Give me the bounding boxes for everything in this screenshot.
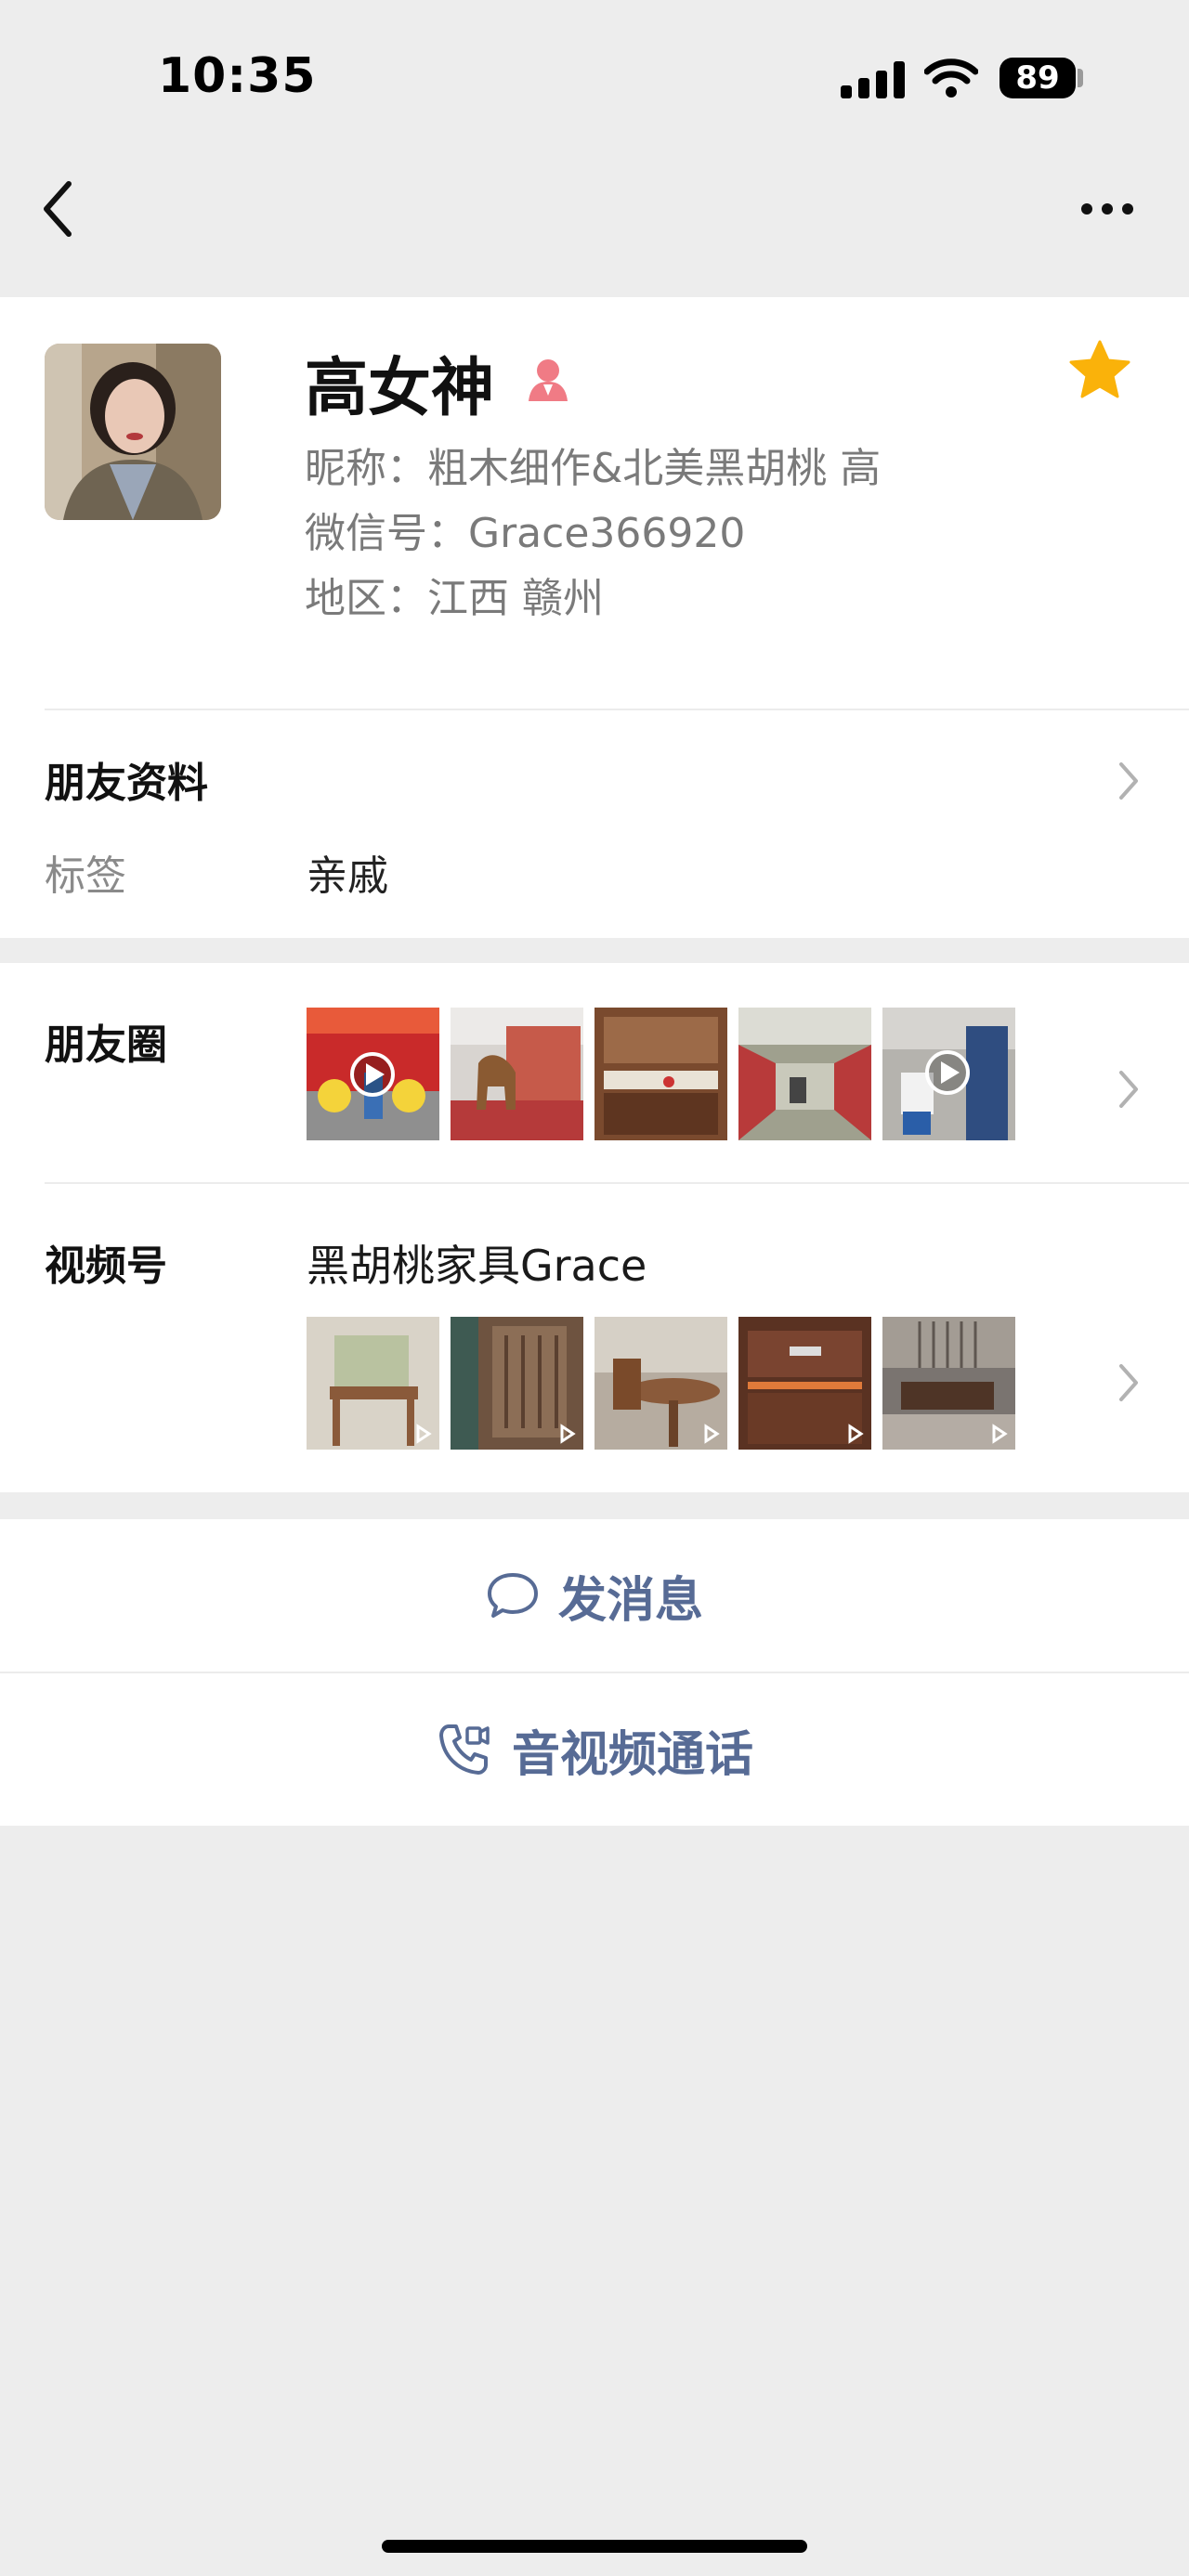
- region-line: 地区：江西 赣州: [305, 575, 604, 622]
- moment-thumbnail-child-walking[interactable]: [882, 1008, 1015, 1140]
- display-name: 高女神: [305, 352, 495, 425]
- battery-indicator: 89: [1000, 58, 1076, 98]
- nickname-line: 昵称：粗木细作&北美黑胡桃 高: [305, 445, 882, 492]
- channel-thumbnail-dining-table[interactable]: [594, 1317, 727, 1450]
- tag-value: 亲戚: [307, 852, 388, 900]
- media-section: 朋友圈 视频号 黑胡桃家具Grace: [0, 963, 1189, 1492]
- cellular-signal-icon: [841, 61, 905, 98]
- profile-card: 高女神 昵称：粗木细作&北美黑胡桃 高 微信号：Grace366920 地区：江…: [0, 297, 1189, 710]
- channel-thumbnail-sideboard[interactable]: [738, 1317, 871, 1450]
- chevron-right-icon: [1119, 762, 1138, 800]
- send-message-button[interactable]: 发消息: [0, 1519, 1189, 1672]
- moments-row[interactable]: 朋友圈: [0, 963, 1189, 1182]
- channel-thumbnail-living-room[interactable]: [882, 1317, 1015, 1450]
- chevron-right-icon: [1119, 1364, 1138, 1401]
- av-call-label: 音视频通话: [511, 1726, 753, 1783]
- moment-thumbnail-lion-dance[interactable]: [307, 1008, 439, 1140]
- channel-thumbnail-chair[interactable]: [307, 1317, 439, 1450]
- more-options-button[interactable]: [1078, 190, 1137, 228]
- star-icon[interactable]: [1066, 336, 1133, 403]
- friend-info-title: 朋友资料: [45, 760, 208, 807]
- phone-video-icon: [438, 1724, 490, 1775]
- channels-title: 视频号: [45, 1242, 167, 1290]
- battery-cap: [1078, 69, 1083, 87]
- wechat-id-line: 微信号：Grace366920: [305, 510, 746, 557]
- home-indicator: [382, 2540, 807, 2553]
- tag-label: 标签: [45, 852, 126, 900]
- wifi-icon: [924, 59, 978, 98]
- channel-thumbnail-wood-panel[interactable]: [451, 1317, 583, 1450]
- moments-title: 朋友圈: [45, 1021, 167, 1069]
- chat-bubble-icon: [487, 1573, 538, 1618]
- send-message-label: 发消息: [557, 1572, 703, 1629]
- female-icon: [529, 359, 568, 401]
- moment-thumbnail-subway[interactable]: [738, 1008, 871, 1140]
- av-call-button[interactable]: 音视频通话: [0, 1673, 1189, 1826]
- chevron-right-icon: [1119, 1071, 1138, 1108]
- channel-name: 黑胡桃家具Grace: [307, 1241, 647, 1291]
- moment-thumbnail-horse-statue[interactable]: [451, 1008, 583, 1140]
- status-time: 10:35: [158, 48, 317, 104]
- back-button[interactable]: [37, 176, 84, 241]
- avatar[interactable]: [45, 344, 221, 520]
- channels-row[interactable]: 视频号 黑胡桃家具Grace: [0, 1184, 1189, 1492]
- friend-info-row[interactable]: 朋友资料 标签 亲戚: [0, 710, 1189, 938]
- moment-thumbnail-cabinet[interactable]: [594, 1008, 727, 1140]
